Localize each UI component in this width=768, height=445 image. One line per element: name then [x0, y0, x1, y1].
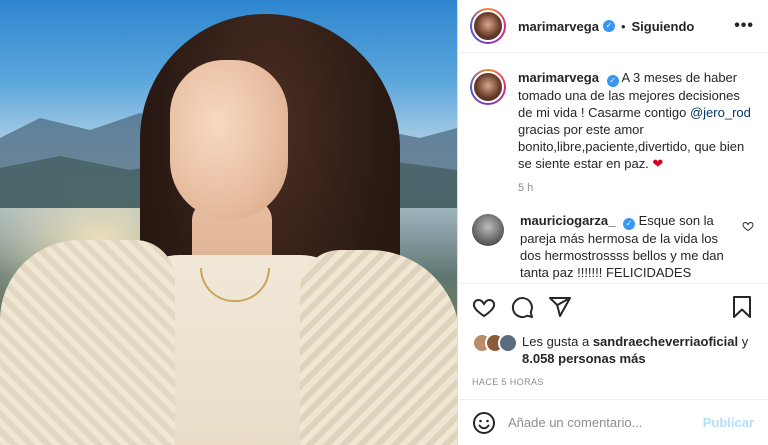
author-avatar-image — [472, 10, 504, 42]
author-avatar[interactable] — [470, 8, 506, 44]
face — [170, 60, 288, 220]
likes-prefix: Les gusta a — [522, 334, 593, 349]
bookmark-icon[interactable] — [730, 295, 754, 319]
separator-dot: • — [620, 18, 626, 34]
comment-row: mauriciogarza_ ✓ Esque son la pareja más… — [470, 212, 754, 281]
caption-text-after: gracias por este amor bonito,libre,pacie… — [518, 122, 745, 171]
post-photo[interactable] — [0, 0, 457, 445]
comments-section[interactable]: marimarvega ✓ A 3 meses de haber tomado … — [458, 53, 768, 283]
red-heart-emoji-icon: ❤ — [652, 156, 664, 171]
likes-count-link[interactable]: 8.058 personas más — [522, 351, 646, 366]
comment-icon[interactable] — [510, 295, 534, 319]
heart-icon[interactable] — [472, 295, 496, 319]
comment-like-heart-icon[interactable] — [742, 220, 754, 232]
verified-badge-icon: ✓ — [602, 20, 615, 32]
caption-avatar[interactable] — [470, 69, 506, 105]
comment-body: mauriciogarza_ ✓ Esque son la pareja más… — [520, 212, 754, 281]
instagram-post: marimarvega ✓ • Siguiendo ••• marimarveg… — [0, 0, 768, 445]
caption-username[interactable]: marimarvega — [518, 70, 599, 85]
posted-time[interactable]: HACE 5 HORAS — [458, 377, 768, 387]
commenter-avatar[interactable] — [472, 214, 504, 246]
liker-username[interactable]: sandraecheverriaoficial — [593, 334, 738, 349]
verified-badge-icon: ✓ — [623, 218, 635, 230]
post-side-panel: marimarvega ✓ • Siguiendo ••• marimarveg… — [457, 0, 768, 445]
post-header: marimarvega ✓ • Siguiendo ••• — [458, 0, 768, 53]
likes-row: Les gusta a sandraecheverriaoficial y 8.… — [458, 333, 768, 367]
liker-avatars — [472, 333, 520, 353]
likes-conjunction: y — [738, 334, 749, 349]
caption-row: marimarvega ✓ A 3 meses de haber tomado … — [470, 69, 754, 172]
add-comment-bar: Publicar — [458, 399, 768, 445]
more-options-icon[interactable]: ••• — [734, 17, 754, 35]
following-button[interactable]: Siguiendo — [632, 19, 695, 34]
comment-input[interactable] — [508, 415, 695, 430]
share-icon[interactable] — [548, 295, 572, 319]
verified-badge-icon: ✓ — [606, 75, 619, 87]
action-bar — [458, 283, 768, 329]
caption-body: marimarvega ✓ A 3 meses de haber tomado … — [518, 69, 754, 172]
cardigan-left — [0, 240, 175, 445]
liker-avatar — [498, 333, 518, 353]
emoji-picker-icon[interactable] — [472, 411, 496, 435]
publish-button[interactable]: Publicar — [703, 415, 754, 430]
cardigan-right — [300, 250, 457, 445]
caption-time[interactable]: 5 h — [518, 182, 754, 194]
caption-mention-link[interactable]: @jero_rod — [690, 105, 751, 120]
likes-text: Les gusta a sandraecheverriaoficial y 8.… — [522, 333, 754, 367]
author-username[interactable]: marimarvega — [518, 19, 599, 34]
caption-avatar-image — [472, 71, 504, 103]
commenter-username[interactable]: mauriciogarza_ — [520, 213, 615, 228]
